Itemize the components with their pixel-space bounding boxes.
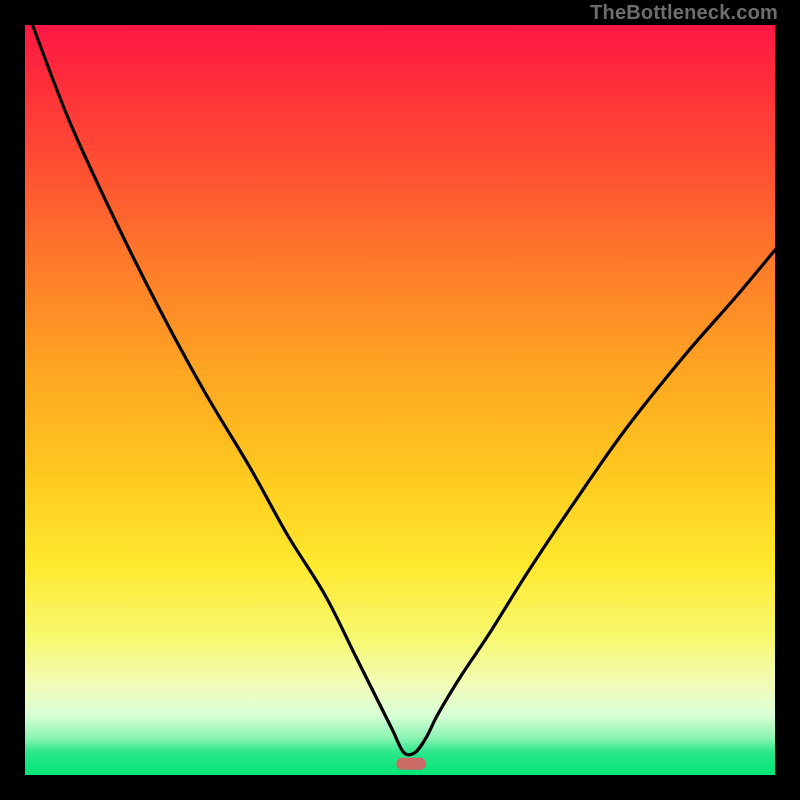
optimal-marker <box>396 758 426 770</box>
chart-overlay <box>25 25 775 775</box>
bottleneck-curve <box>33 25 776 755</box>
chart-frame: TheBottleneck.com <box>0 0 800 800</box>
watermark-label: TheBottleneck.com <box>590 2 778 25</box>
